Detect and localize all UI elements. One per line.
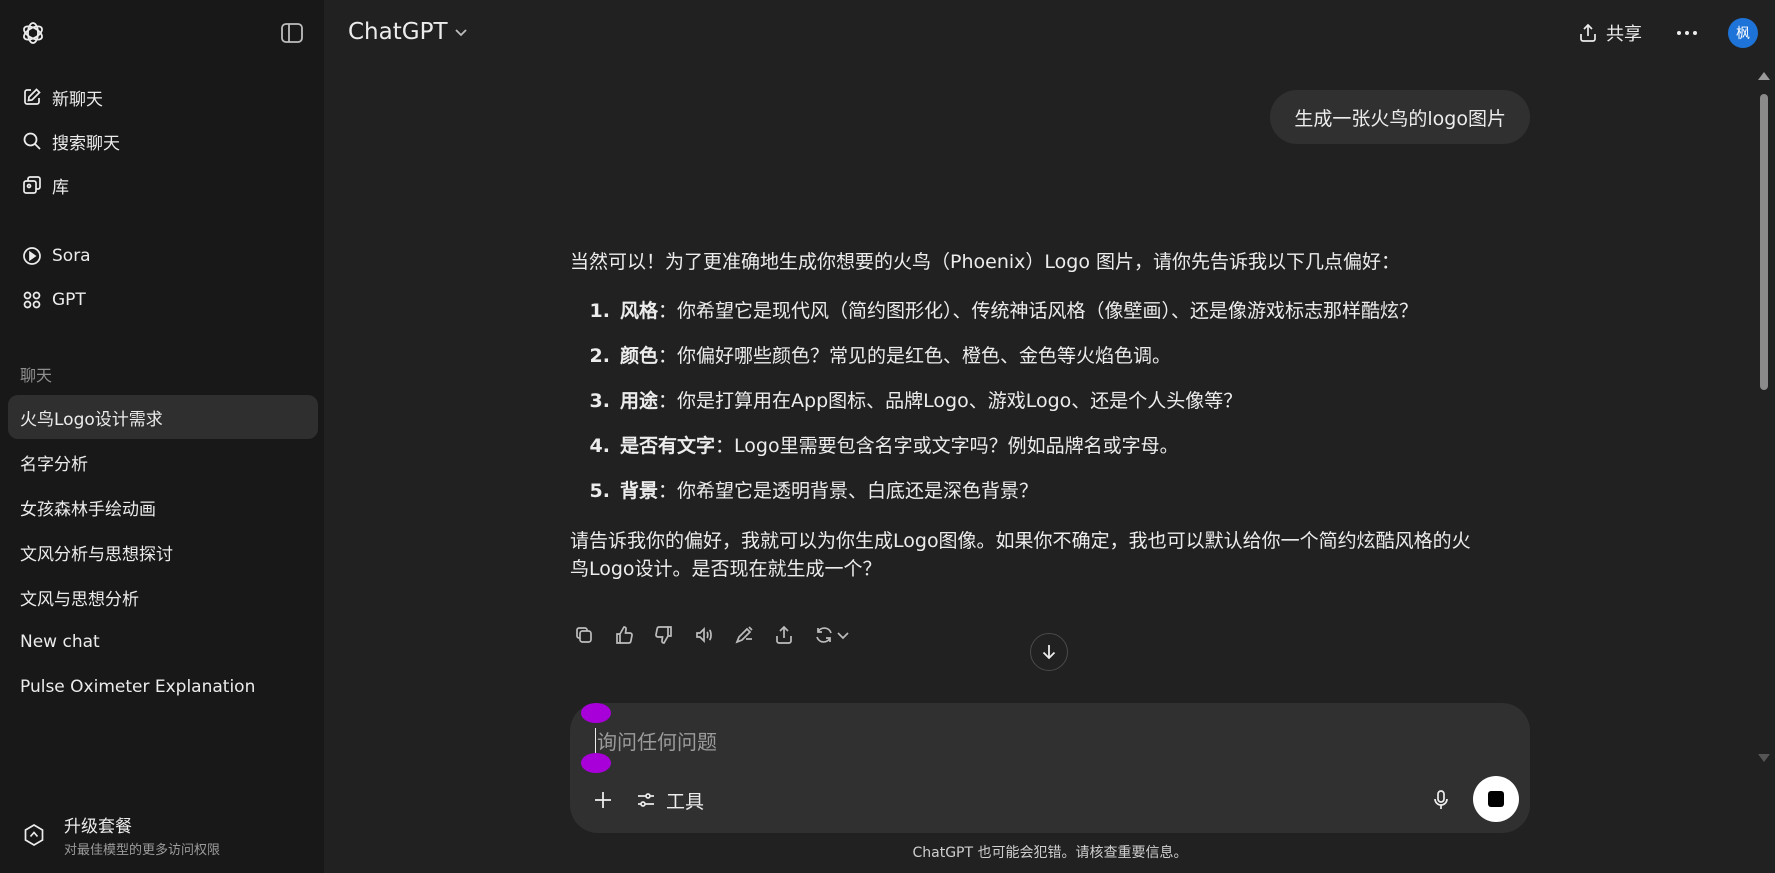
share-icon[interactable] (770, 621, 798, 649)
chats-section-label: 聊天 (20, 366, 53, 385)
library-button[interactable]: 库 (8, 163, 318, 207)
list-number: 2. (589, 344, 610, 367)
list-item: 3. 用途 ：你是打算用在App图标、品牌Logo、游戏Logo、还是个人头像等… (570, 378, 1530, 423)
list-number: 4. (589, 434, 610, 457)
list-number: 3. (589, 389, 610, 412)
gpt-button[interactable]: GPT (8, 278, 318, 322)
nav-label: 搜索聊天 (52, 133, 120, 154)
selection-handle-top[interactable] (581, 703, 611, 723)
list-item-title: 是否有文字 (620, 434, 716, 457)
share-icon (1578, 23, 1598, 43)
list-item-text: ：你偏好哪些颜色？常见的是红色、橙色、金色等火焰色调。 (658, 344, 1172, 367)
chat-history-item[interactable]: 文风分析与思想探讨 (8, 530, 318, 574)
list-item: 4. 是否有文字 ：Logo里需要包含名字或文字吗？例如品牌名或字母。 (570, 423, 1530, 468)
stop-icon (1488, 791, 1504, 807)
message-actions (570, 621, 866, 649)
chat-history-item[interactable]: 文风与思想分析 (8, 575, 318, 619)
search-icon (21, 130, 43, 152)
list-number: 1. (589, 299, 610, 322)
chat-history-item[interactable]: 火鸟Logo设计需求 (8, 395, 318, 439)
microphone-icon (1431, 789, 1451, 811)
list-number: 5. (589, 479, 610, 502)
nav-label: 库 (52, 177, 69, 198)
edit-icon (21, 86, 43, 108)
assistant-message: 当然可以！为了更准确地生成你想要的火鸟（Phoenix）Logo 图片，请你先告… (570, 248, 1530, 583)
avatar[interactable]: 枫 (1728, 18, 1758, 48)
list-item-text: ：你希望它是透明背景、白底还是深色背景？ (658, 479, 1039, 502)
chat-history-item[interactable]: New chat (8, 620, 318, 664)
sora-button[interactable]: Sora (8, 234, 318, 278)
list-item-title: 风格 (620, 299, 659, 322)
text-caret (595, 728, 596, 754)
stop-generating-button[interactable] (1473, 776, 1519, 822)
nav-label: 新聊天 (52, 89, 103, 110)
sliders-icon (636, 790, 656, 810)
nav-label: Sora (52, 246, 91, 266)
composer: 工具 (570, 703, 1530, 833)
read-aloud-icon[interactable] (690, 621, 718, 649)
microphone-button[interactable] (1428, 787, 1454, 813)
list-item: 1. 风格 ：你希望它是现代风（简约图形化）、传统神话风格（像壁画）、还是像游戏… (570, 288, 1530, 333)
share-button[interactable]: 共享 (1578, 16, 1642, 50)
list-item-text: ：Logo里需要包含名字或文字吗？例如品牌名或字母。 (715, 434, 1179, 457)
disclaimer: ChatGPT 也可能会犯错。请核查重要信息。 (912, 845, 1188, 861)
scrollbar-thumb[interactable] (1760, 94, 1768, 390)
chat-history-item[interactable]: Pulse Oximeter Explanation (8, 665, 318, 709)
openai-logo-icon[interactable] (20, 20, 46, 46)
primary-nav: 新聊天 搜索聊天 库 (8, 75, 318, 207)
upgrade-title: 升级套餐 (64, 817, 132, 837)
assistant-outro-line2: 鸟Logo设计。是否现在就生成一个？ (570, 558, 882, 580)
more-horizontal-icon[interactable] (1674, 20, 1700, 46)
tools-label: 工具 (666, 790, 705, 813)
share-label: 共享 (1606, 24, 1642, 45)
selection-handle-bottom[interactable] (581, 753, 611, 773)
chevron-down-icon (454, 27, 468, 37)
model-name: ChatGPT (348, 19, 448, 45)
sidebar-toggle-icon[interactable] (280, 22, 304, 44)
list-item-title: 背景 (620, 479, 659, 502)
list-item-text: ：你是打算用在App图标、品牌Logo、游戏Logo、还是个人头像等？ (658, 389, 1243, 412)
model-switcher[interactable]: ChatGPT (340, 14, 476, 50)
search-chats-button[interactable]: 搜索聊天 (8, 119, 318, 163)
thumbs-up-icon[interactable] (610, 621, 638, 649)
assistant-outro: 请告诉我你的偏好，我就可以为你生成Logo图像。如果你不确定，我也可以默认给你一… (570, 527, 1530, 583)
copy-icon[interactable] (570, 621, 598, 649)
add-attachment-button[interactable] (590, 787, 616, 813)
scroll-up-arrow-icon[interactable] (1758, 72, 1770, 80)
list-item-text: ：你希望它是现代风（简约图形化）、传统神话风格（像壁画）、还是像游戏标志那样酷炫… (658, 299, 1419, 322)
assistant-intro: 当然可以！为了更准确地生成你想要的火鸟（Phoenix）Logo 图片，请你先告… (570, 251, 1400, 273)
list-item-title: 用途 (620, 389, 659, 412)
library-icon (21, 174, 43, 196)
arrow-down-icon (1040, 643, 1058, 661)
chat-history-item[interactable]: 女孩森林手绘动画 (8, 485, 318, 529)
regenerate-icon[interactable] (810, 621, 854, 649)
scrollbar[interactable] (1758, 72, 1770, 762)
user-message-bubble: 生成一张火鸟的logo图片 (1270, 90, 1530, 144)
sidebar: 新聊天 搜索聊天 库 Sora GPT 聊天 火鸟Logo设计需求 名字分析 女… (0, 0, 324, 873)
secondary-nav: Sora GPT (8, 234, 318, 322)
scroll-down-arrow-icon[interactable] (1758, 754, 1770, 762)
list-item-title: 颜色 (620, 344, 659, 367)
assistant-outro-line1: 请告诉我你的偏好，我就可以为你生成Logo图像。如果你不确定，我也可以默认给你一… (570, 530, 1471, 552)
upgrade-icon (20, 821, 48, 849)
prompt-input[interactable] (595, 723, 1499, 761)
chat-history-item[interactable]: 名字分析 (8, 440, 318, 484)
upgrade-plan-button[interactable]: 升级套餐 对最佳模型的更多访问权限 (8, 808, 318, 862)
grid-icon (21, 289, 43, 311)
thumbs-down-icon[interactable] (650, 621, 678, 649)
new-chat-button[interactable]: 新聊天 (8, 75, 318, 119)
scroll-to-bottom-button[interactable] (1030, 633, 1068, 671)
list-item: 5. 背景 ：你希望它是透明背景、白底还是深色背景？ (570, 468, 1530, 513)
chat-history-list: 火鸟Logo设计需求 名字分析 女孩森林手绘动画 文风分析与思想探讨 文风与思想… (8, 395, 318, 710)
play-circle-icon (21, 245, 43, 267)
upgrade-subtitle: 对最佳模型的更多访问权限 (64, 843, 221, 858)
plus-icon (593, 790, 613, 810)
list-item: 2. 颜色 ：你偏好哪些颜色？常见的是红色、橙色、金色等火焰色调。 (570, 333, 1530, 378)
nav-label: GPT (52, 290, 86, 310)
edit-canvas-icon[interactable] (730, 621, 758, 649)
preference-list: 1. 风格 ：你希望它是现代风（简约图形化）、传统神话风格（像壁画）、还是像游戏… (570, 288, 1530, 513)
tools-button[interactable]: 工具 (636, 787, 704, 813)
